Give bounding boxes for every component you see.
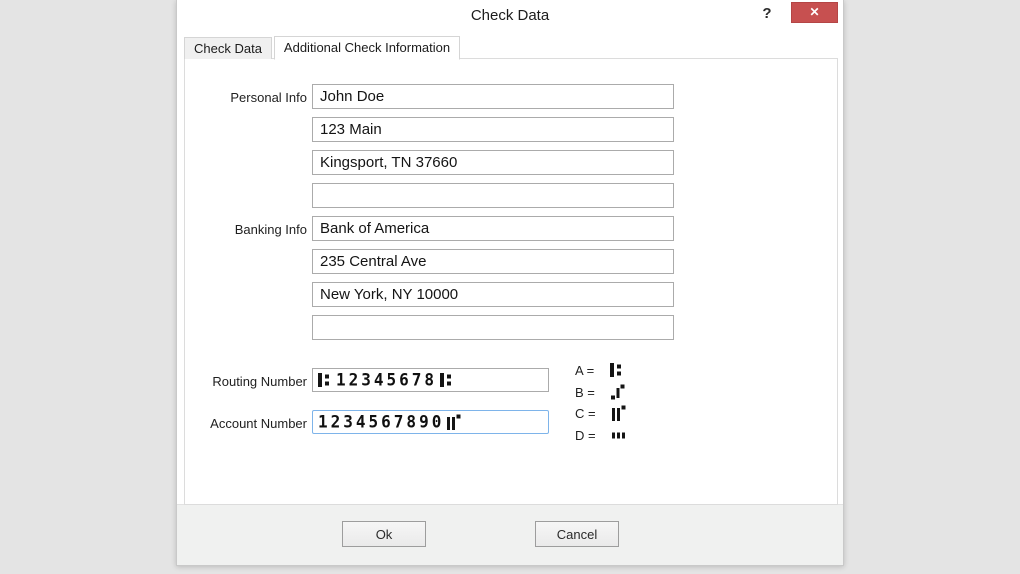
- micr-transit-icon: [610, 362, 622, 378]
- close-icon: ✕: [809, 5, 820, 19]
- banking-info-input-address[interactable]: [312, 249, 674, 274]
- account-number-label: Account Number: [210, 416, 307, 431]
- micr-legend-label-d: D =: [575, 427, 596, 443]
- help-button[interactable]: ?: [757, 4, 777, 24]
- tab-additional-check-information[interactable]: Additional Check Information: [273, 36, 461, 60]
- routing-number-label: Routing Number: [212, 374, 307, 389]
- micr-legend-label-b: B =: [575, 384, 595, 400]
- routing-number-field[interactable]: 12345678: [312, 368, 549, 392]
- micr-transit-icon: [440, 372, 452, 388]
- tab-check-data[interactable]: Check Data: [184, 37, 272, 59]
- micr-legend-row-a: A =: [575, 362, 622, 378]
- personal-info-input-city[interactable]: [312, 150, 674, 175]
- micr-transit-icon: [318, 372, 330, 388]
- account-micr-digits: 1234567890: [318, 411, 445, 432]
- personal-info-input-address[interactable]: [312, 117, 674, 142]
- help-icon: ?: [762, 5, 772, 22]
- personal-info-label: Personal Info: [230, 90, 307, 105]
- micr-legend-row-d: D =: [575, 427, 626, 443]
- banking-info-input-extra[interactable]: [312, 315, 674, 340]
- dialog-footer: Ok Cancel: [177, 504, 843, 565]
- close-button[interactable]: ✕: [791, 2, 838, 23]
- micr-on-us-icon: [447, 414, 461, 430]
- tab-strip: Check Data Additional Check Information: [184, 36, 836, 60]
- tab-panel: Personal Info Banking Info Routing Numbe…: [184, 58, 838, 505]
- cancel-button[interactable]: Cancel: [535, 521, 619, 547]
- personal-info-input-name[interactable]: [312, 84, 674, 109]
- ok-button[interactable]: Ok: [342, 521, 426, 547]
- window-title: Check Data: [470, 7, 550, 24]
- micr-legend-label-a: A =: [575, 362, 595, 378]
- check-data-dialog: Check Data ? ✕ Check Data Additional Che…: [176, 0, 844, 566]
- micr-legend-row-b: B =: [575, 384, 625, 400]
- micr-legend-label-c: C =: [575, 405, 596, 421]
- personal-info-input-extra[interactable]: [312, 183, 674, 208]
- micr-amount-icon: [610, 384, 625, 400]
- banking-info-input-bank[interactable]: [312, 216, 674, 241]
- micr-on-us-icon: [611, 405, 626, 421]
- account-number-field[interactable]: 1234567890: [312, 410, 549, 434]
- routing-micr-digits: 12345678: [336, 369, 438, 390]
- banking-info-input-city[interactable]: [312, 282, 674, 307]
- title-bar: Check Data ? ✕: [177, 0, 843, 32]
- micr-legend-row-c: C =: [575, 405, 626, 421]
- banking-info-label: Banking Info: [234, 222, 307, 237]
- micr-dash-icon: [611, 427, 626, 443]
